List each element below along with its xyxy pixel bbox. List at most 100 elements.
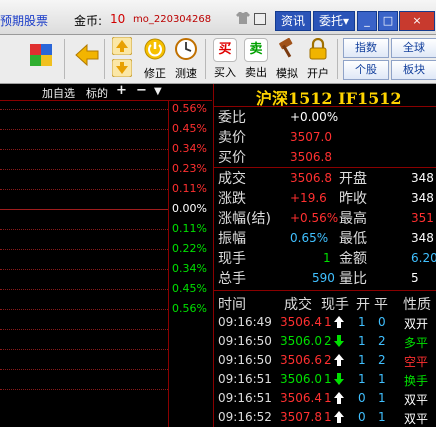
trade-volume: 1	[324, 315, 332, 329]
trade-volume: 2	[324, 353, 332, 367]
percent-label: 0.11%	[172, 222, 207, 235]
trade-nature: 双开	[404, 317, 429, 331]
quote-v1: 590	[312, 271, 335, 285]
trade-time: 09:16:50	[218, 353, 272, 367]
grid-line	[0, 209, 168, 210]
chart-header: 加自选 标的 + − ▼	[0, 84, 212, 101]
arrow-down-icon	[334, 373, 344, 388]
bid-row: 买价 3506.8	[218, 150, 332, 166]
speed-test-button[interactable]: 测速	[171, 38, 201, 80]
gavel-icon	[279, 37, 293, 58]
percent-label: 0.45%	[172, 282, 207, 295]
quote-l1: 现手	[218, 251, 246, 267]
percent-label: 0.11%	[172, 182, 207, 195]
sell-icon: 卖	[244, 38, 268, 62]
trade-close: 1	[378, 372, 386, 386]
weibi-row: 委比 +0.00%	[218, 110, 339, 126]
grid-line	[0, 369, 168, 370]
grid-line	[0, 289, 168, 290]
underlying-tab[interactable]: 标的	[86, 85, 108, 101]
color-scheme-button[interactable]	[26, 43, 56, 85]
percent-label: 0.45%	[172, 122, 207, 135]
percent-label: 0.34%	[172, 142, 207, 155]
percent-label: 0.00%	[172, 202, 207, 215]
arrow-up-icon	[334, 392, 344, 407]
add-watchlist-tab[interactable]: 加自选	[42, 85, 75, 101]
trade-row: 09:16:52 3507.8 1 0 1 双平	[214, 410, 436, 427]
arrow-up-icon	[334, 354, 344, 369]
trade-price: 3506.4	[280, 391, 322, 405]
trade-nature: 双平	[404, 393, 429, 407]
maximize-icon[interactable]: □	[378, 11, 398, 31]
open-account-button[interactable]: 开户	[303, 37, 333, 80]
shirt-icon[interactable]	[236, 11, 250, 25]
trade-price: 3506.0	[280, 334, 322, 348]
trade-time: 09:16:50	[218, 334, 272, 348]
username[interactable]: mo_220304268	[133, 14, 211, 25]
buy-icon: 买	[213, 38, 237, 62]
trade-open: 1	[358, 315, 366, 329]
sector-button[interactable]: 板块	[391, 60, 436, 80]
simulate-button[interactable]: 模拟	[272, 37, 302, 80]
trade-close: 2	[378, 353, 386, 367]
grid-line	[0, 389, 168, 390]
order-button[interactable]: 委托▾	[313, 11, 355, 31]
grid-color-icon	[30, 44, 52, 66]
trade-price: 3507.8	[280, 410, 322, 424]
correct-button[interactable]: 修正	[140, 38, 170, 80]
grid-line	[0, 169, 168, 170]
coin-value: 10	[110, 12, 126, 26]
trade-nature: 空平	[404, 355, 429, 369]
trade-time: 09:16:49	[218, 315, 272, 329]
buy-button[interactable]: 买 买入	[210, 38, 240, 80]
trade-volume: 1	[324, 391, 332, 405]
sell-button[interactable]: 卖 卖出	[241, 38, 271, 80]
arrow-up-icon	[334, 316, 344, 331]
quote-l1: 振幅	[218, 231, 246, 247]
trade-nature: 多平	[404, 336, 429, 350]
quote-row: 涨跌 +19.6 昨收 348	[218, 188, 436, 208]
trade-time: 09:16:51	[218, 391, 272, 405]
trade-volume: 1	[324, 410, 332, 424]
quote-row: 现手 1 金额 6.20	[218, 248, 436, 268]
trade-volume: 2	[324, 334, 332, 348]
minimize-icon[interactable]: _	[357, 11, 377, 31]
plus-icon[interactable]: +	[116, 84, 127, 98]
grid-line	[0, 309, 168, 310]
close-icon[interactable]: ×	[399, 11, 435, 31]
skin-icon[interactable]	[254, 13, 266, 25]
trade-price: 3506.4	[280, 315, 322, 329]
quote-row: 振幅 0.65% 最低 348	[218, 228, 436, 248]
trade-time: 09:16:52	[218, 410, 272, 424]
quote-row: 成交 3506.8 开盘 348	[218, 168, 436, 188]
news-button[interactable]: 资讯	[275, 11, 311, 31]
quote-v1: 1	[323, 251, 331, 265]
trade-nature: 换手	[404, 374, 429, 388]
trade-open: 1	[358, 353, 366, 367]
trade-open: 0	[358, 391, 366, 405]
stock-button[interactable]: 个股	[343, 60, 389, 80]
trade-row: 09:16:51 3506.0 1 1 1 换手	[214, 372, 436, 390]
global-button[interactable]: 全球	[391, 38, 436, 58]
intraday-chart[interactable]: 加自选 标的 + − ▼ 0.56% 0.45% 0.34% 0.23% 0.11% 0.…	[0, 84, 212, 427]
index-button[interactable]: 指数	[343, 38, 389, 58]
trade-nature: 双平	[404, 412, 429, 426]
quote-l2: 昨收	[339, 191, 367, 207]
percent-label: 0.34%	[172, 262, 207, 275]
grid-line	[0, 249, 168, 250]
grid-line	[0, 109, 168, 110]
grid-line	[0, 329, 168, 330]
trade-row: 09:16:51 3506.4 1 0 1 双平	[214, 391, 436, 409]
triangle-down-icon[interactable]: ▼	[154, 86, 162, 97]
minus-icon[interactable]: −	[136, 84, 147, 98]
trade-price: 3506.6	[280, 353, 322, 367]
power-icon	[144, 38, 166, 60]
app-title: 预期股票	[0, 14, 49, 28]
trade-close: 1	[378, 391, 386, 405]
quote-l2: 最高	[339, 211, 367, 227]
back-button[interactable]	[72, 43, 102, 85]
clock-icon	[175, 38, 197, 60]
trade-volume: 1	[324, 372, 332, 386]
quote-l2: 最低	[339, 231, 367, 247]
quote-v2: 348	[411, 191, 434, 205]
